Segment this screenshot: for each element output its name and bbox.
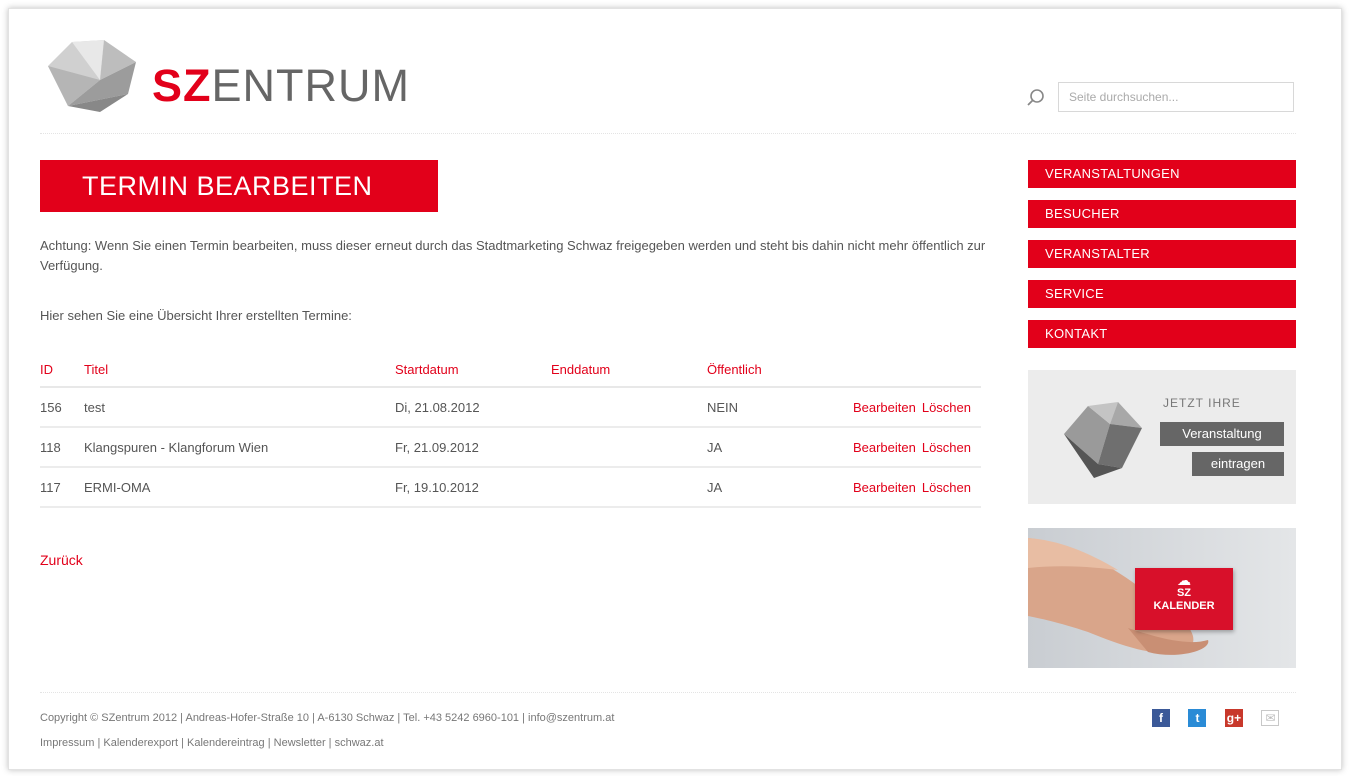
table-row: 118 Klangspuren - Klangforum Wien Fr, 21… (40, 427, 981, 468)
back-link[interactable]: Zurück (40, 552, 83, 568)
logo-text[interactable]: SZENTRUM (152, 60, 410, 112)
footer-divider (40, 692, 1296, 693)
cell-id: 118 (40, 427, 84, 468)
header-title: Titel (84, 352, 395, 388)
header-id: ID (40, 352, 84, 388)
search-bar (1026, 82, 1298, 114)
calendar-card-icon: ☁ (1177, 572, 1191, 588)
cell-public: JA (707, 427, 837, 468)
calendar-card: ☁ SZ KALENDER (1135, 568, 1233, 630)
submit-event-banner[interactable]: JETZT IHRE Veranstaltung eintragen (1028, 370, 1296, 504)
cell-end (551, 387, 707, 428)
cell-public: JA (707, 467, 837, 508)
footer-link-kalenderexport[interactable]: Kalenderexport (103, 737, 178, 749)
table-row: 156 test Di, 21.08.2012 NEIN Bearbeiten L… (40, 387, 981, 428)
header-divider (40, 133, 1296, 134)
edit-link[interactable]: Bearbeiten (853, 400, 916, 415)
footer-link-schwaz[interactable]: schwaz.at (335, 737, 384, 749)
nav-item-besucher[interactable]: BESUCHER (1028, 200, 1296, 228)
table-row: 117 ERMI-OMA Fr, 19.10.2012 JA Bearbeite… (40, 467, 981, 508)
promo-caption: JETZT IHRE (1163, 396, 1241, 410)
search-input[interactable] (1058, 82, 1294, 112)
facebook-icon[interactable]: f (1152, 709, 1170, 727)
calendar-banner[interactable]: ☁ SZ KALENDER (1028, 528, 1296, 668)
calendar-card-sz: SZ (1176, 587, 1192, 599)
cell-actions: Bearbeiten Löschen (837, 467, 981, 508)
edit-link[interactable]: Bearbeiten (853, 440, 916, 455)
cell-actions: Bearbeiten Löschen (837, 427, 981, 468)
mail-icon[interactable]: ✉ (1261, 710, 1280, 726)
footer-links: Impressum | Kalenderexport | Kalenderein… (40, 737, 384, 749)
cell-public: NEIN (707, 387, 837, 428)
table-header-row: ID Titel Startdatum Enddatum Öffentlich (40, 352, 981, 388)
footer-link-kalendereintrag[interactable]: Kalendereintrag (187, 737, 265, 749)
logo-sz: SZ (152, 60, 212, 111)
cell-end (551, 427, 707, 468)
twitter-icon[interactable]: t (1188, 709, 1207, 727)
delete-link[interactable]: Löschen (922, 440, 971, 455)
edit-link[interactable]: Bearbeiten (853, 480, 916, 495)
promo-label-event: Veranstaltung (1160, 422, 1284, 446)
cell-start: Fr, 19.10.2012 (395, 467, 551, 508)
edit-notice: Achtung: Wenn Sie einen Termin bearbeite… (40, 238, 986, 273)
page-title: TERMIN BEARBEITEN (40, 160, 438, 212)
cell-id: 156 (40, 387, 84, 428)
nav-item-veranstaltungen[interactable]: VERANSTALTUNGEN (1028, 160, 1296, 188)
sidebar-nav: VERANSTALTUNGEN BESUCHER VERANSTALTER SE… (1028, 160, 1296, 360)
delete-link[interactable]: Löschen (922, 480, 971, 495)
header-end: Enddatum (551, 352, 707, 388)
cell-id: 117 (40, 467, 84, 508)
googleplus-icon[interactable]: g+ (1224, 709, 1243, 727)
header-public: Öffentlich (707, 352, 837, 388)
cell-start: Di, 21.08.2012 (395, 387, 551, 428)
delete-link[interactable]: Löschen (922, 400, 971, 415)
cell-end (551, 467, 707, 508)
header-start: Startdatum (395, 352, 551, 388)
social-links: f t g+ ✉ (1152, 709, 1293, 727)
footer-link-impressum[interactable]: Impressum (40, 737, 94, 749)
calendar-card-label: KALENDER (1153, 600, 1215, 612)
cell-title: ERMI-OMA (84, 467, 395, 508)
cell-title: Klangspuren - Klangforum Wien (84, 427, 395, 468)
cell-start: Fr, 21.09.2012 (395, 427, 551, 468)
nav-item-kontakt[interactable]: KONTAKT (1028, 320, 1296, 348)
logo-entrum: ENTRUM (211, 60, 410, 111)
gem-icon (1064, 402, 1142, 478)
cell-actions: Bearbeiten Löschen (837, 387, 981, 428)
events-table: ID Titel Startdatum Enddatum Öffentlich … (40, 352, 981, 508)
footer-link-newsletter[interactable]: Newsletter (274, 737, 326, 749)
nav-item-veranstalter[interactable]: VERANSTALTER (1028, 240, 1296, 268)
nav-item-service[interactable]: SERVICE (1028, 280, 1296, 308)
promo-label-submit: eintragen (1192, 452, 1284, 476)
copyright-text: Copyright © SZentrum 2012 | Andreas-Hofe… (40, 712, 615, 724)
header-actions (837, 352, 981, 388)
cell-title: test (84, 387, 395, 428)
search-icon[interactable] (1026, 88, 1046, 108)
overview-text: Hier sehen Sie eine Übersicht Ihrer erst… (40, 308, 352, 323)
logo-gem-icon (48, 40, 136, 112)
